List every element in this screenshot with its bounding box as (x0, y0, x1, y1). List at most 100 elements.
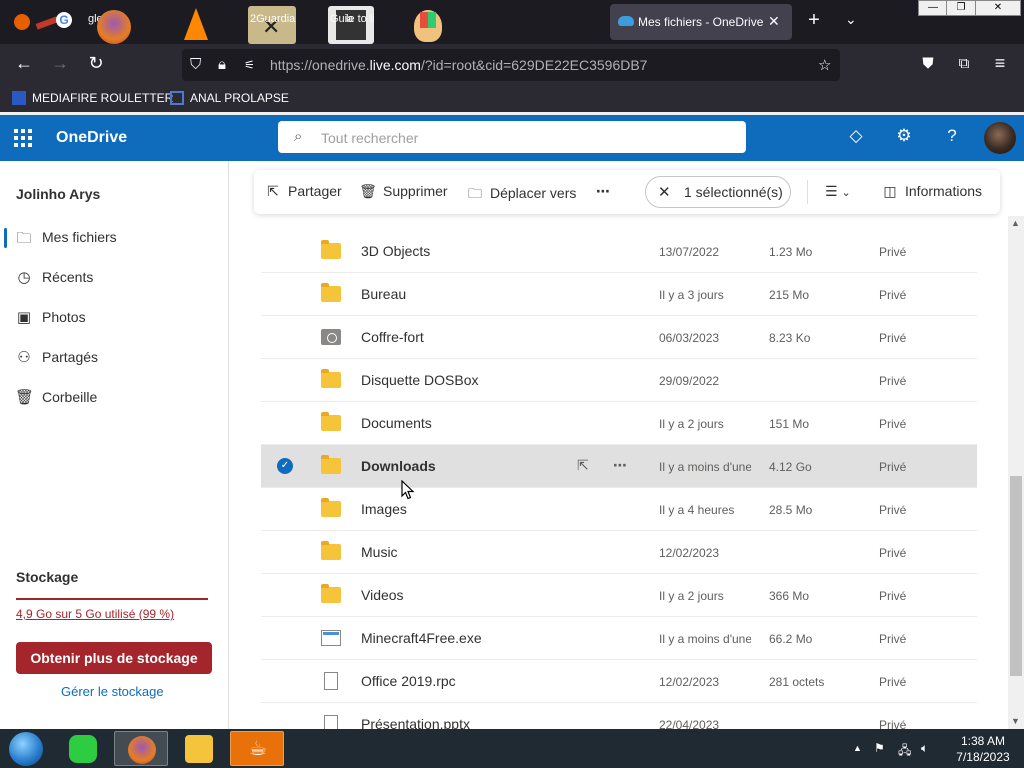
taskbar-app-notes[interactable] (56, 731, 110, 766)
thumbnail-4[interactable]: ✕ (248, 6, 296, 44)
help-icon[interactable]: ? (941, 126, 963, 146)
diamond-icon[interactable]: ◇ (845, 126, 867, 146)
manage-storage-link[interactable]: Gérer le stockage (61, 684, 164, 699)
file-name[interactable]: Downloads (361, 458, 436, 474)
thumbnail-5[interactable] (328, 6, 374, 44)
file-name[interactable]: Présentation.pptx (361, 716, 470, 729)
thumbnail-3[interactable] (176, 6, 216, 44)
row-share-icon[interactable]: ⇱ (577, 457, 589, 474)
menu-icon[interactable]: ≡ (988, 53, 1012, 74)
new-tab-button[interactable]: + (804, 9, 824, 32)
system-clock[interactable]: 1:38 AM 7/18/2023 (948, 733, 1018, 765)
scrollbar[interactable]: ▲ ▼ (1008, 216, 1024, 729)
file-name[interactable]: Music (361, 544, 398, 560)
move-to-button[interactable]: 🗀︎ Déplacer vers (466, 183, 576, 207)
tab-close-icon[interactable]: ✕ (768, 13, 780, 30)
file-name[interactable]: Images (361, 501, 407, 517)
nav-item-corbeille[interactable]: 🗑︎ Corbeille (0, 380, 228, 416)
more-actions-button[interactable]: ⋯ (596, 183, 610, 200)
thumbnail-6[interactable] (408, 6, 448, 44)
search-input[interactable]: ⌕ Tout rechercher (278, 121, 746, 153)
row-more-icon[interactable]: ⋯ (613, 457, 627, 474)
file-name[interactable]: Minecraft4Free.exe (361, 630, 482, 646)
tab-onedrive[interactable]: Mes fichiers - OneDrive ✕ (610, 4, 792, 40)
file-row[interactable]: Présentation.pptx 22/04/2023 Privé (261, 703, 977, 729)
scroll-down-icon[interactable]: ▼ (1011, 716, 1020, 726)
file-row[interactable]: Minecraft4Free.exe Il y a moins d'une 66.2… (261, 617, 977, 660)
gear-icon[interactable]: ⚙ (893, 126, 915, 146)
start-button[interactable] (9, 732, 43, 766)
scrollbar-thumb[interactable] (1010, 476, 1022, 676)
extensions-icon[interactable]: ⧉ (952, 55, 976, 72)
clock-icon: ◷ (17, 269, 31, 286)
reload-icon[interactable]: ↻ (84, 53, 108, 74)
chevron-down-icon[interactable]: ⌄ (845, 11, 857, 28)
file-row[interactable]: Documents Il y a 2 jours 151 Mo Privé (261, 402, 977, 445)
file-row[interactable]: Bureau Il y a 3 jours 215 Mo Privé (261, 273, 977, 316)
file-name[interactable]: Disquette DOSBox (361, 372, 479, 388)
file-row[interactable]: Disquette DOSBox 29/09/2022 Privé (261, 359, 977, 402)
close-window-button[interactable]: ✕ (975, 0, 1021, 16)
file-row[interactable]: 3D Objects 13/07/2022 1.23 Mo Privé (261, 230, 977, 273)
file-row[interactable]: Music 12/02/2023 Privé (261, 531, 977, 574)
taskbar-app-explorer[interactable] (172, 731, 226, 766)
brand-name[interactable]: OneDrive (56, 129, 127, 147)
url-bar[interactable]: ⛉ 🔒︎ ⚟ https://onedrive.live.com/?id=roo… (182, 49, 840, 81)
file-name[interactable]: Office 2019.rpc (361, 673, 456, 689)
pocket-icon[interactable]: ⛊ (916, 55, 940, 72)
thumbnail-2[interactable] (95, 6, 139, 44)
bookmark-anal-prolapse[interactable]: ANAL PROLAPSE (170, 91, 289, 105)
file-row[interactable]: Office 2019.rpc 12/02/2023 281 octets Privé (261, 660, 977, 703)
view-options-button[interactable]: ☰ ⌄ (825, 183, 851, 200)
forward-icon[interactable]: → (48, 53, 72, 74)
app-launcher-icon[interactable] (14, 129, 32, 147)
buy-storage-button[interactable]: Obtenir plus de stockage (16, 642, 212, 674)
permissions-icon[interactable]: ⚟ (244, 58, 255, 72)
volume-icon[interactable]: 🔈︎ (921, 741, 928, 756)
back-icon[interactable]: ← (12, 53, 36, 74)
nav-item-photos[interactable]: ▣ Photos (0, 300, 228, 336)
file-row[interactable]: ✓ Downloads Il y a moins d'une 4.12 Go Privé… (261, 445, 977, 488)
notes-icon (69, 735, 97, 763)
scroll-up-icon[interactable]: ▲ (1011, 218, 1020, 228)
nav-item-mes-fichiers[interactable]: 🗀︎ Mes fichiers (0, 220, 228, 256)
tray-expand-icon[interactable]: ▲ (853, 743, 862, 753)
file-name[interactable]: Videos (361, 587, 404, 603)
taskbar-app-firefox[interactable] (114, 731, 168, 766)
file-size: 151 Mo (769, 417, 810, 431)
nav-item-recents[interactable]: ◷ Récents (0, 260, 228, 296)
network-icon[interactable]: 🖧︎ (898, 741, 911, 762)
move-label: Déplacer vers (490, 185, 577, 201)
lock-icon[interactable]: 🔒︎ (218, 56, 226, 73)
storage-usage-link[interactable]: 4,9 Go sur 5 Go utilisé (99 %) (16, 607, 174, 621)
delete-button[interactable]: 🗑︎ Supprimer (359, 183, 447, 200)
checkmark-icon[interactable]: ✓ (277, 458, 293, 474)
avatar[interactable] (984, 122, 1016, 154)
bookmark-star-icon[interactable]: ☆ (818, 56, 831, 74)
file-size: 66.2 Mo (769, 632, 813, 646)
file-modified: 29/09/2022 (659, 374, 720, 388)
clear-selection-icon[interactable]: ✕ (658, 183, 671, 201)
shield-icon[interactable]: ⛉ (190, 56, 201, 73)
info-button[interactable]: ◫ Informations (881, 183, 982, 200)
minimize-button[interactable]: — (918, 0, 948, 16)
url-text[interactable]: https://onedrive.live.com/?id=root&cid=6… (270, 57, 647, 73)
thumbnail-1[interactable]: G (8, 6, 72, 44)
file-name[interactable]: 3D Objects (361, 243, 430, 259)
selection-pill[interactable]: ✕ 1 sélectionné(s) (645, 176, 791, 208)
flag-icon[interactable]: ⚑ (874, 741, 885, 755)
file-name[interactable]: Bureau (361, 286, 406, 302)
bookmarks-bar: MEDIAFIRE ROULETTER ANAL PROLAPSE (0, 86, 1024, 112)
file-row[interactable]: Videos Il y a 2 jours 366 Mo Privé (261, 574, 977, 617)
maximize-button[interactable]: ❐ (946, 0, 976, 16)
taskbar-app-java[interactable]: ☕︎ (230, 731, 284, 766)
file-name[interactable]: Documents (361, 415, 432, 431)
file-row[interactable]: Coffre-fort 06/03/2023 8.23 Ko Privé (261, 316, 977, 359)
browser-nav-bar: ← → ↻ ⛉ 🔒︎ ⚟ https://onedrive.live.com/?… (0, 44, 1024, 86)
nav-item-partages[interactable]: ⚇ Partagés (0, 340, 228, 376)
bookmark-mediafire[interactable]: MEDIAFIRE ROULETTER (12, 91, 173, 105)
share-button[interactable]: ⇱ Partager (264, 183, 342, 200)
file-row[interactable]: Images Il y a 4 heures 28.5 Mo Privé (261, 488, 977, 531)
file-name[interactable]: Coffre-fort (361, 329, 424, 345)
trash-icon: 🗑︎ (15, 389, 35, 406)
